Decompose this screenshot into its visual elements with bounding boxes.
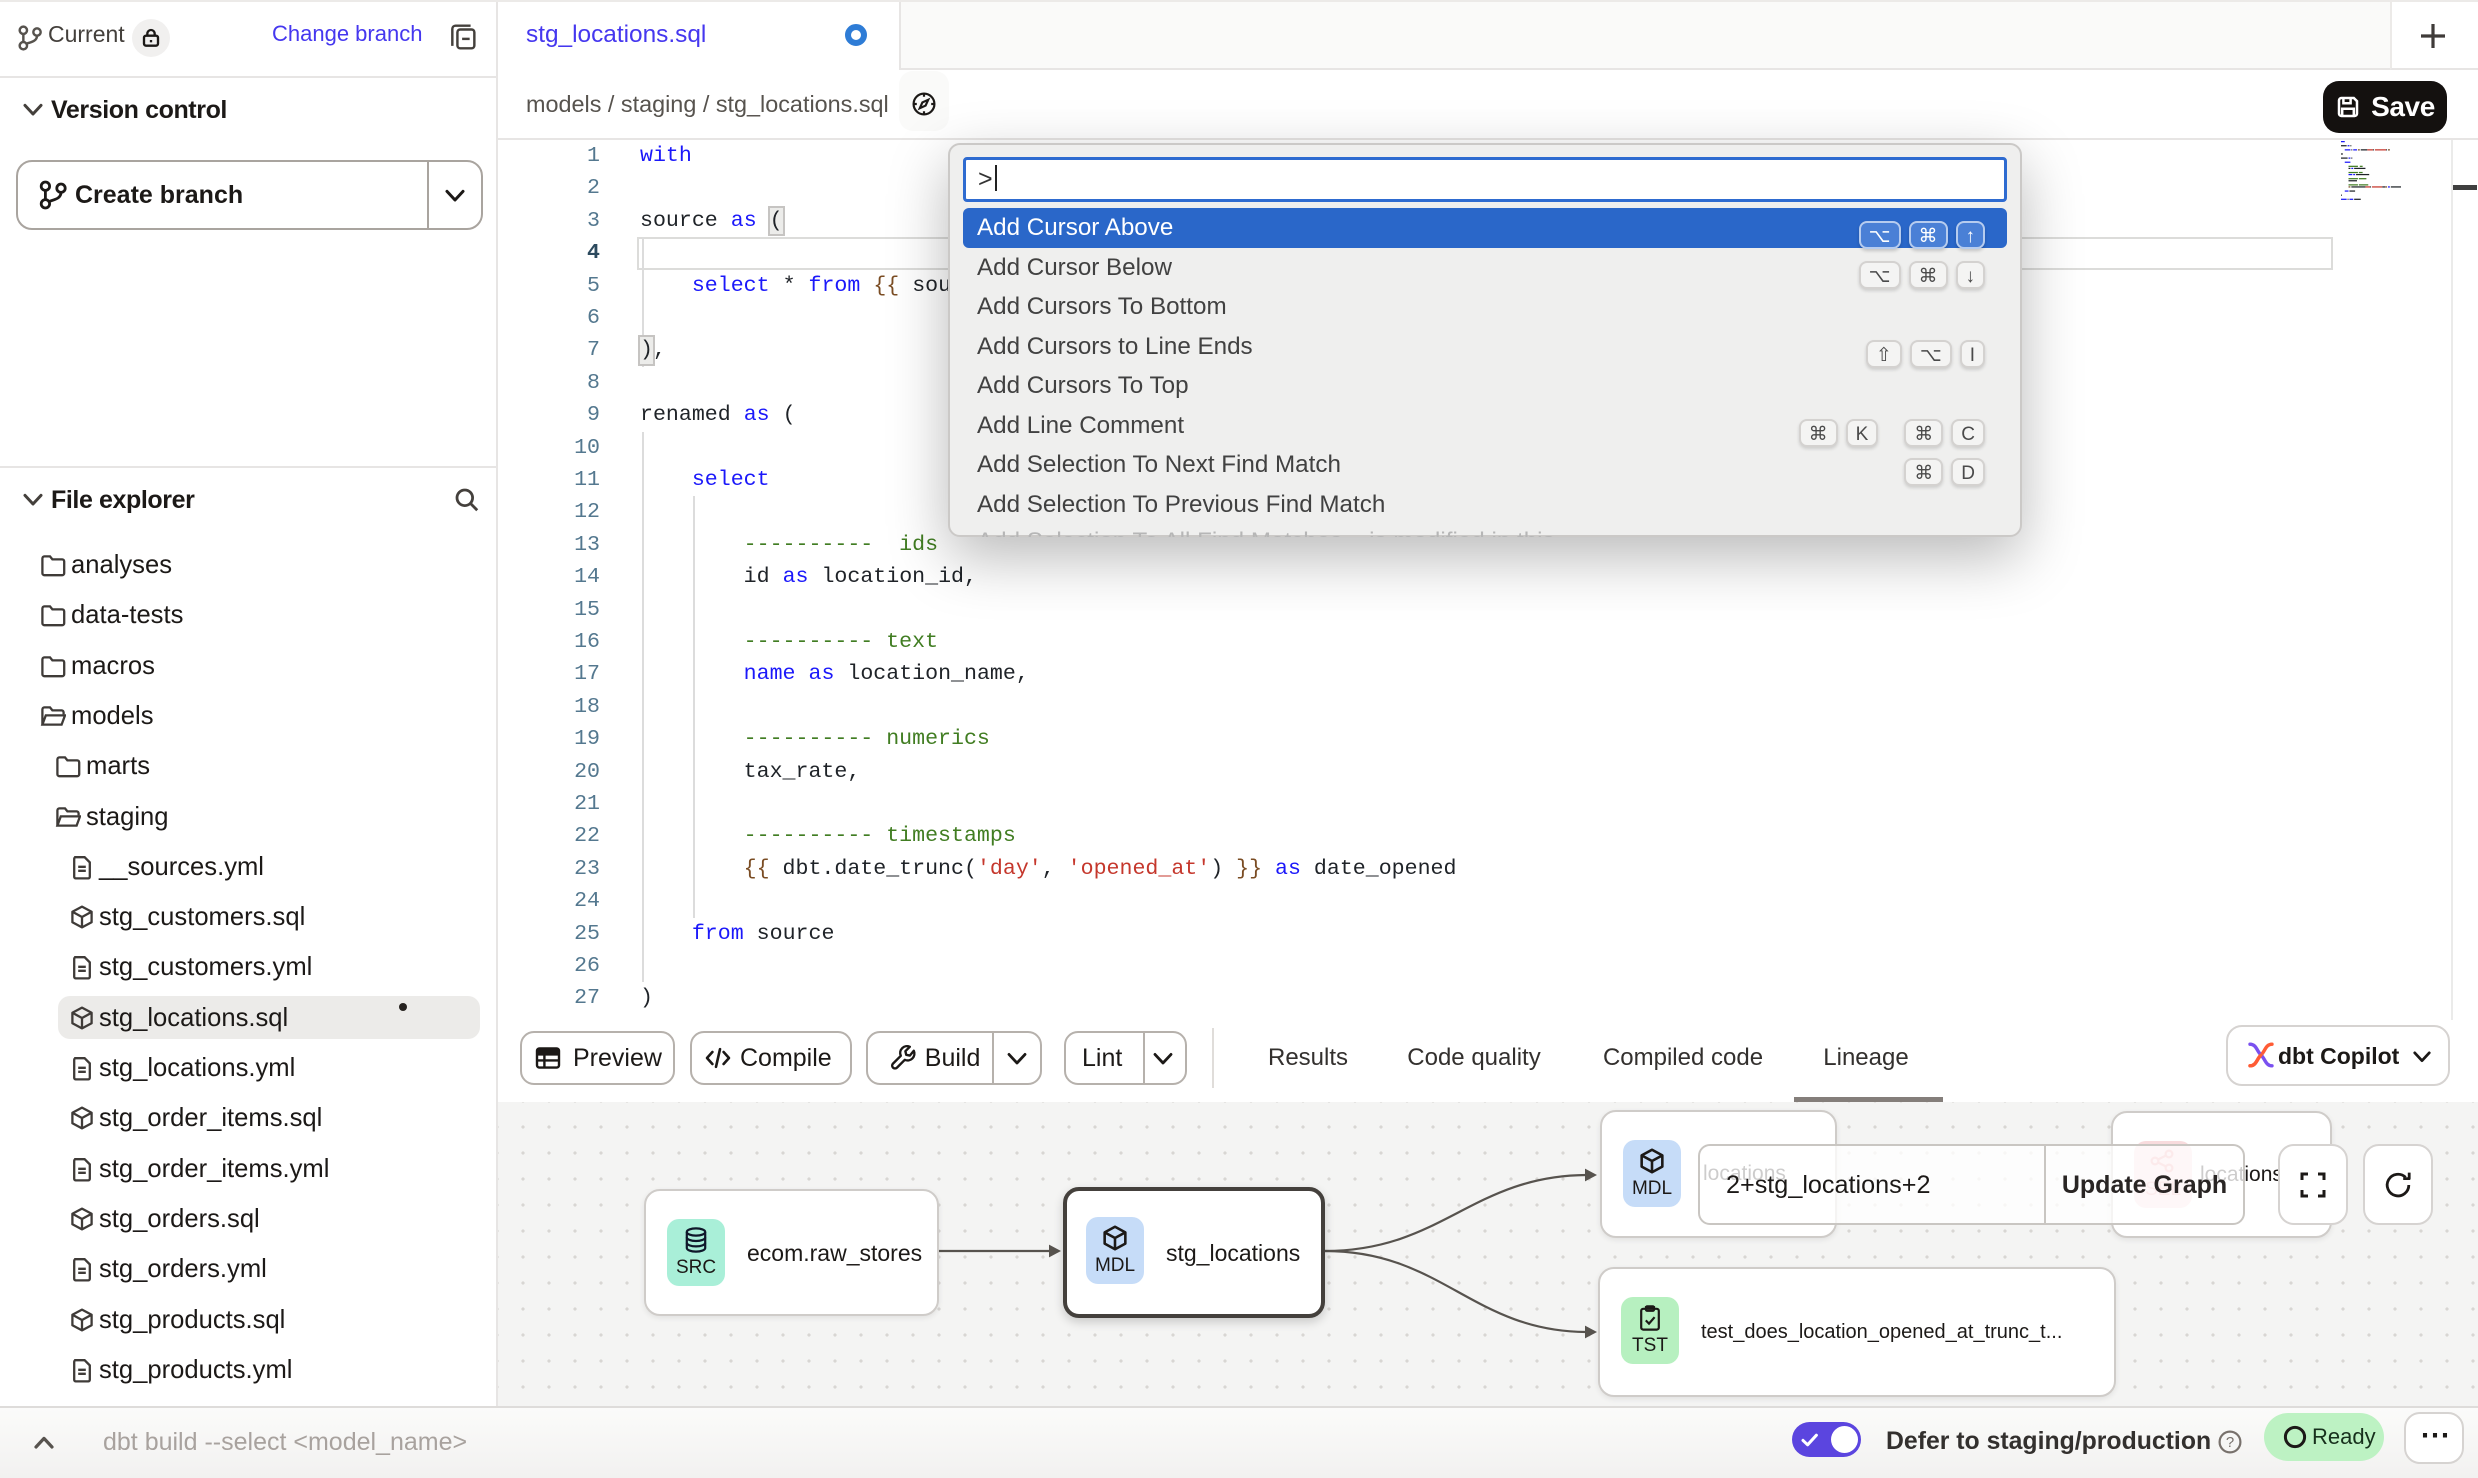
svg-text:?: ? bbox=[2226, 1434, 2234, 1451]
